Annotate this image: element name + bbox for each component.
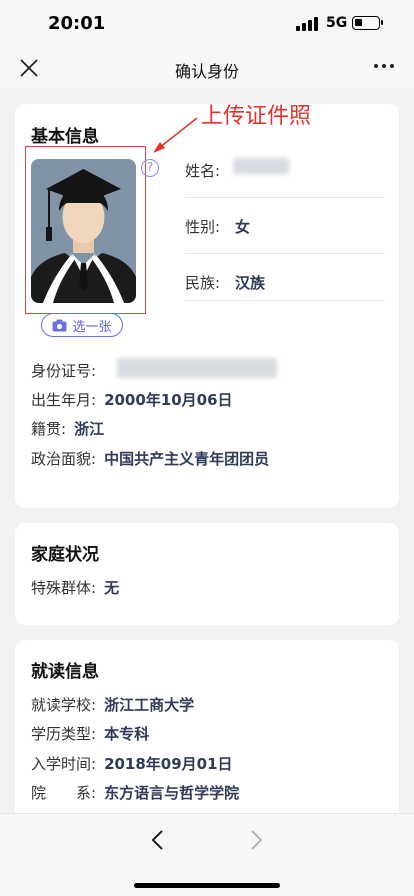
id-number-row: 身份证号: xyxy=(31,360,96,381)
page-title: 确认身份 xyxy=(174,62,239,81)
special-group-row: 特殊群体: 无 xyxy=(31,577,119,598)
basic-info-title: 基本信息 xyxy=(31,127,99,147)
education-type-label: 学历类型: xyxy=(31,725,97,743)
special-group-value: 无 xyxy=(104,579,120,597)
gender-row: 性别: 女 xyxy=(185,198,385,254)
education-type-row: 学历类型: 本专科 xyxy=(31,723,149,744)
gender-value: 女 xyxy=(235,218,251,236)
status-bar: 20:01 5G xyxy=(0,0,414,48)
name-row: 姓名: xyxy=(185,142,385,198)
gender-label: 性别: xyxy=(185,218,221,236)
help-icon[interactable]: ? xyxy=(141,159,159,177)
political-row: 政治面貌: 中国共产主义青年团团员 xyxy=(31,448,269,469)
id-photo[interactable] xyxy=(31,159,136,303)
status-time: 20:01 xyxy=(48,13,106,34)
choose-photo-button[interactable]: 选一张 xyxy=(41,313,123,337)
name-value-redacted xyxy=(233,158,289,174)
birth-value: 2000年10月06日 xyxy=(104,391,233,409)
birth-row: 出生年月: 2000年10月06日 xyxy=(31,389,233,410)
school-row: 就读学校: 浙江工商大学 xyxy=(31,694,194,715)
battery-level xyxy=(355,19,362,26)
bottom-toolbar xyxy=(0,813,414,896)
native-place-row: 籍贯: 浙江 xyxy=(31,418,104,439)
study-info-card: 就读信息 就读学校: 浙江工商大学 学历类型: 本专科 入学时间: 2018年09月0… xyxy=(15,640,399,840)
photo-highlight-frame xyxy=(25,146,146,314)
special-group-label: 特殊群体: xyxy=(31,579,97,597)
education-type-value: 本专科 xyxy=(104,725,150,743)
navigation-bar: 确认身份 xyxy=(0,48,414,88)
camera-icon xyxy=(52,319,67,331)
enrollment-label: 入学时间: xyxy=(31,755,97,773)
id-number-label: 身份证号: xyxy=(31,362,97,380)
enrollment-value: 2018年09月01日 xyxy=(104,755,233,773)
id-number-redacted xyxy=(117,358,277,378)
school-label: 就读学校: xyxy=(31,696,97,714)
department-row: 院 系: 东方语言与哲学学院 xyxy=(31,782,239,803)
enrollment-row: 入学时间: 2018年09月01日 xyxy=(31,753,233,774)
political-value: 中国共产主义青年团团员 xyxy=(104,450,270,468)
department-value: 东方语言与哲学学院 xyxy=(104,784,240,802)
native-place-value: 浙江 xyxy=(74,420,105,438)
network-type: 5G xyxy=(326,15,348,31)
ethnicity-label: 民族: xyxy=(185,274,221,292)
political-label: 政治面貌: xyxy=(31,450,97,468)
family-card: 家庭状况 特殊群体: 无 xyxy=(15,523,399,625)
department-label: 院 系: xyxy=(31,784,97,802)
back-arrow-icon[interactable] xyxy=(148,828,168,852)
more-icon[interactable] xyxy=(372,54,396,78)
study-title: 就读信息 xyxy=(31,662,99,682)
family-title: 家庭状况 xyxy=(31,545,99,565)
ethnicity-divider xyxy=(185,300,385,301)
forward-arrow-icon[interactable] xyxy=(246,828,266,852)
birth-label: 出生年月: xyxy=(31,391,97,409)
battery-icon xyxy=(352,16,383,30)
basic-info-card: 基本信息 上传证件照 ? 选一张 姓名: 性别: 女 民族: 汉族 身份证号: … xyxy=(15,104,399,508)
home-indicator[interactable] xyxy=(134,883,280,888)
native-place-label: 籍贯: xyxy=(31,420,67,438)
name-label: 姓名: xyxy=(185,162,221,180)
upload-photo-annotation: 上传证件照 xyxy=(201,104,312,129)
signal-icon xyxy=(296,17,318,31)
ethnicity-row: 民族: 汉族 xyxy=(185,254,385,310)
ethnicity-value: 汉族 xyxy=(235,274,266,292)
school-value: 浙江工商大学 xyxy=(104,696,195,714)
choose-photo-label: 选一张 xyxy=(72,319,112,335)
